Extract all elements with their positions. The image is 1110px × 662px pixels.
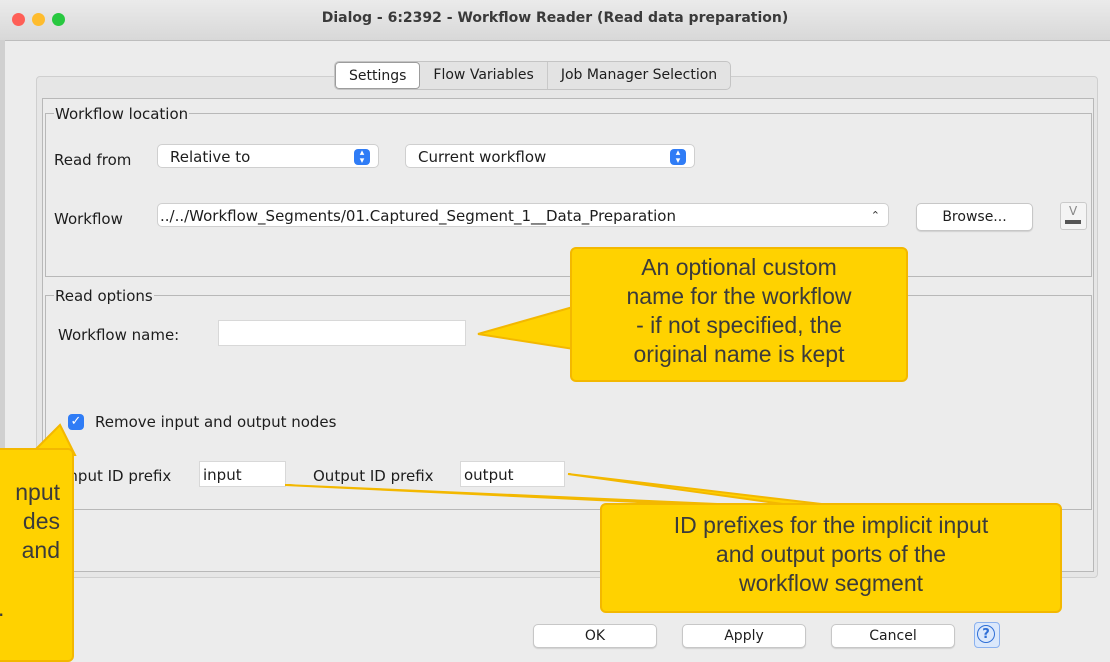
remove-nodes-callout: nput des and . xyxy=(0,448,74,662)
callout-line: name for the workflow xyxy=(626,283,852,309)
callout-line: An optional custom xyxy=(641,254,837,280)
callout-line: des xyxy=(22,508,60,534)
callout-line: and xyxy=(21,537,60,563)
callout-line: and output ports of the xyxy=(715,541,947,567)
callout-line: . xyxy=(0,594,60,623)
name-callout-pointer xyxy=(477,303,581,352)
workflow-name-callout: An optional custom name for the workflow… xyxy=(570,247,908,382)
callout-line: nput xyxy=(15,479,60,505)
callout-line: workflow segment xyxy=(738,570,924,596)
id-prefix-callout: ID prefixes for the implicit input and o… xyxy=(600,503,1062,613)
callout-line: ID prefixes for the implicit input xyxy=(673,512,989,538)
callout-line: - if not specified, the xyxy=(636,312,842,338)
callout-line: original name is kept xyxy=(633,341,845,367)
